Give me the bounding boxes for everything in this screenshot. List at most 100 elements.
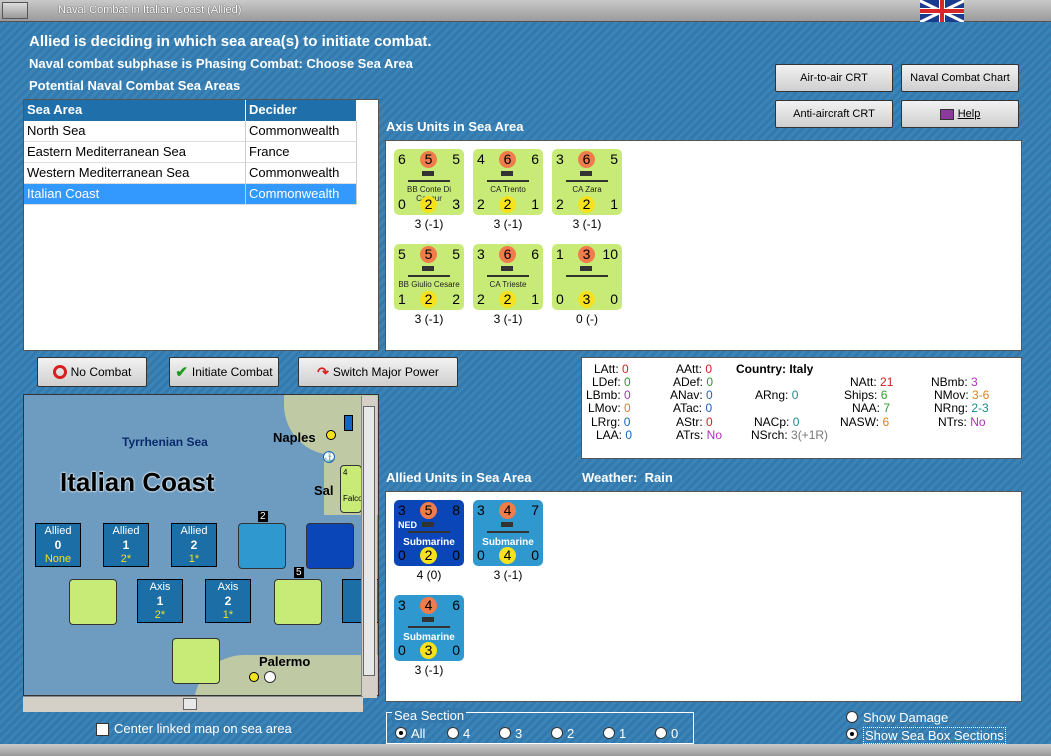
allied-sea-box-2[interactable]: Allied 2 1* <box>171 523 217 567</box>
stat-atrs: ATrs: No <box>676 428 723 442</box>
ship-silhouette-icon <box>487 522 529 533</box>
show-sections-label: Show Sea Box Sections <box>863 727 1006 744</box>
sea-section-radio[interactable] <box>603 727 615 739</box>
ship-silhouette-icon <box>487 266 529 277</box>
allied-sea-box-0[interactable]: Allied 0 None <box>35 523 81 567</box>
unit-top-right: 8 <box>452 502 460 518</box>
unit-top-right: 10 <box>602 246 618 262</box>
initiate-combat-label: Initiate Combat <box>191 365 273 379</box>
help-button[interactable]: Help <box>901 100 1019 128</box>
map-axis-counter[interactable] <box>69 579 117 625</box>
col-decider[interactable]: Decider <box>246 100 357 121</box>
flag-marker-icon <box>344 415 353 431</box>
sea-section-radio[interactable] <box>551 727 563 739</box>
unit-top-center: 5 <box>420 246 437 263</box>
unit-top-right: 6 <box>531 151 539 167</box>
naples-port-icon <box>326 430 336 440</box>
unit-bottom-left: 0 <box>398 547 406 563</box>
map-submarine-counter[interactable] <box>238 523 286 569</box>
stat-lmov: LMov: 0 <box>588 401 631 415</box>
unit-bottom-center: 2 <box>578 196 595 213</box>
axis-sea-box-2[interactable]: Axis 2 1* <box>205 579 251 623</box>
falco-counter[interactable]: 4 Falco <box>340 465 363 513</box>
map-vertical-scrollbar[interactable] <box>361 396 377 698</box>
unit-bottom-center: 4 <box>499 547 516 564</box>
map-air-counter[interactable] <box>172 638 220 684</box>
sea-section-radio[interactable] <box>655 727 667 739</box>
table-header: Sea Area Decider <box>24 100 378 121</box>
unit-bottom-center: 3 <box>420 642 437 659</box>
cell-decider: Commonwealth <box>246 184 357 205</box>
center-linked-checkbox[interactable] <box>96 723 109 736</box>
map-axis-bb-counter[interactable] <box>274 579 322 625</box>
unit-top-center: 6 <box>499 151 516 168</box>
unit-top-center: 5 <box>420 502 437 519</box>
stat-lrrg: LRrg: 0 <box>591 415 631 429</box>
ship-silhouette-icon <box>408 617 450 628</box>
potential-areas-label: Potential Naval Combat Sea Areas <box>29 78 241 93</box>
cell-decider: Commonwealth <box>246 121 357 142</box>
map-ned-submarine-counter[interactable] <box>306 523 354 569</box>
unit-strength-label: 0 (-) <box>576 312 598 326</box>
unit-counter[interactable]: 3 4 7 Submarine 0 4 0 <box>473 500 543 566</box>
stat-aatt: AAtt: 0 <box>676 362 713 376</box>
unit-top-left: 3 <box>398 502 406 518</box>
initiate-combat-button[interactable]: ✔ Initiate Combat <box>169 357 279 387</box>
book-icon <box>939 108 954 120</box>
air-to-air-crt-button[interactable]: Air-to-air CRT <box>775 64 893 92</box>
unit-counter[interactable]: 3 4 6 Submarine 0 3 0 <box>394 595 464 661</box>
ship-silhouette-icon <box>566 171 608 182</box>
unit-bottom-right: 2 <box>452 291 460 307</box>
unit-counter[interactable]: 3 6 6 CA Trieste 2 2 1 <box>473 244 543 310</box>
table-row[interactable]: Western Mediterranean Sea Commonwealth <box>24 163 378 184</box>
no-combat-label: No Combat <box>70 365 132 379</box>
anti-aircraft-crt-button[interactable]: Anti-aircraft CRT <box>775 100 893 128</box>
switch-arrow-icon: ↷ <box>317 363 329 380</box>
unit-counter[interactable]: 4 6 6 CA Trento 2 2 1 <box>473 149 543 215</box>
show-damage-radio[interactable] <box>846 711 858 723</box>
checkmark-icon: ✔ <box>175 364 188 381</box>
unit-top-left: 3 <box>398 597 406 613</box>
naval-combat-chart-button[interactable]: Naval Combat Chart <box>901 64 1019 92</box>
unit-top-left: 4 <box>477 151 485 167</box>
unit-counter[interactable]: 655BB Conte Di Cavour023 <box>394 149 464 215</box>
uk-flag-icon <box>920 0 964 22</box>
unit-bottom-right: 1 <box>531 291 539 307</box>
unit-counter[interactable]: 3 6 5 CA Zara 2 2 1 <box>552 149 622 215</box>
sea-area-table: Sea Area Decider North Sea Commonwealth … <box>23 99 379 351</box>
unit-counter[interactable]: 5 5 5 BB Giulio Cesare 1 2 2 <box>394 244 464 310</box>
unit-bottom-right: 0 <box>452 547 460 563</box>
allied-units-box: 3 5 8 NED Submarine 0 2 0 4 (0) 3 4 7 Submarine 0 4 0 3 … <box>385 491 1022 702</box>
stat-nmov: NMov: 3-6 <box>934 388 990 402</box>
stat-ntrs: NTrs: No <box>938 415 986 429</box>
stat-lbmb: LBmb: 0 <box>586 388 631 402</box>
box-name: Allied <box>112 525 140 537</box>
sea-section-radio[interactable] <box>447 727 459 739</box>
unit-bottom-left: 0 <box>398 642 406 658</box>
no-combat-button[interactable]: No Combat <box>37 357 147 387</box>
show-sections-radio[interactable] <box>846 728 858 740</box>
allied-sea-box-1[interactable]: Allied 1 2* <box>103 523 149 567</box>
unit-bottom-right: 0 <box>452 642 460 658</box>
box-value: 1 <box>122 538 130 552</box>
axis-sea-box-1[interactable]: Axis 1 2* <box>137 579 183 623</box>
scroll-thumb[interactable] <box>363 406 375 676</box>
map-horizontal-scrollbar[interactable] <box>23 696 363 712</box>
sea-section-radio[interactable] <box>395 727 407 739</box>
unit-counter[interactable]: 3 5 8 NED Submarine 0 2 0 <box>394 500 464 566</box>
col-sea-area[interactable]: Sea Area <box>24 100 246 121</box>
unit-top-right: 7 <box>531 502 539 518</box>
box-value: 0 <box>54 538 62 552</box>
stat-nacp: NACp: 0 <box>754 415 800 429</box>
table-row[interactable]: North Sea Commonwealth <box>24 121 378 142</box>
sea-area-map[interactable]: Tyrrhenian Sea Italian Coast Naples Sal … <box>23 394 379 696</box>
scroll-thumb[interactable] <box>183 698 197 710</box>
switch-major-power-button[interactable]: ↷ Switch Major Power <box>298 357 458 387</box>
system-menu-button[interactable] <box>2 2 28 19</box>
unit-counter[interactable]: 1 3 10 0 3 0 <box>552 244 622 310</box>
table-row[interactable]: Eastern Mediterranean Sea France <box>24 142 378 163</box>
sea-section-radio[interactable] <box>499 727 511 739</box>
table-row-selected[interactable]: Italian Coast Commonwealth <box>24 184 378 205</box>
box-value: 2 <box>224 594 232 608</box>
unit-bottom-center: 2 <box>499 196 516 213</box>
